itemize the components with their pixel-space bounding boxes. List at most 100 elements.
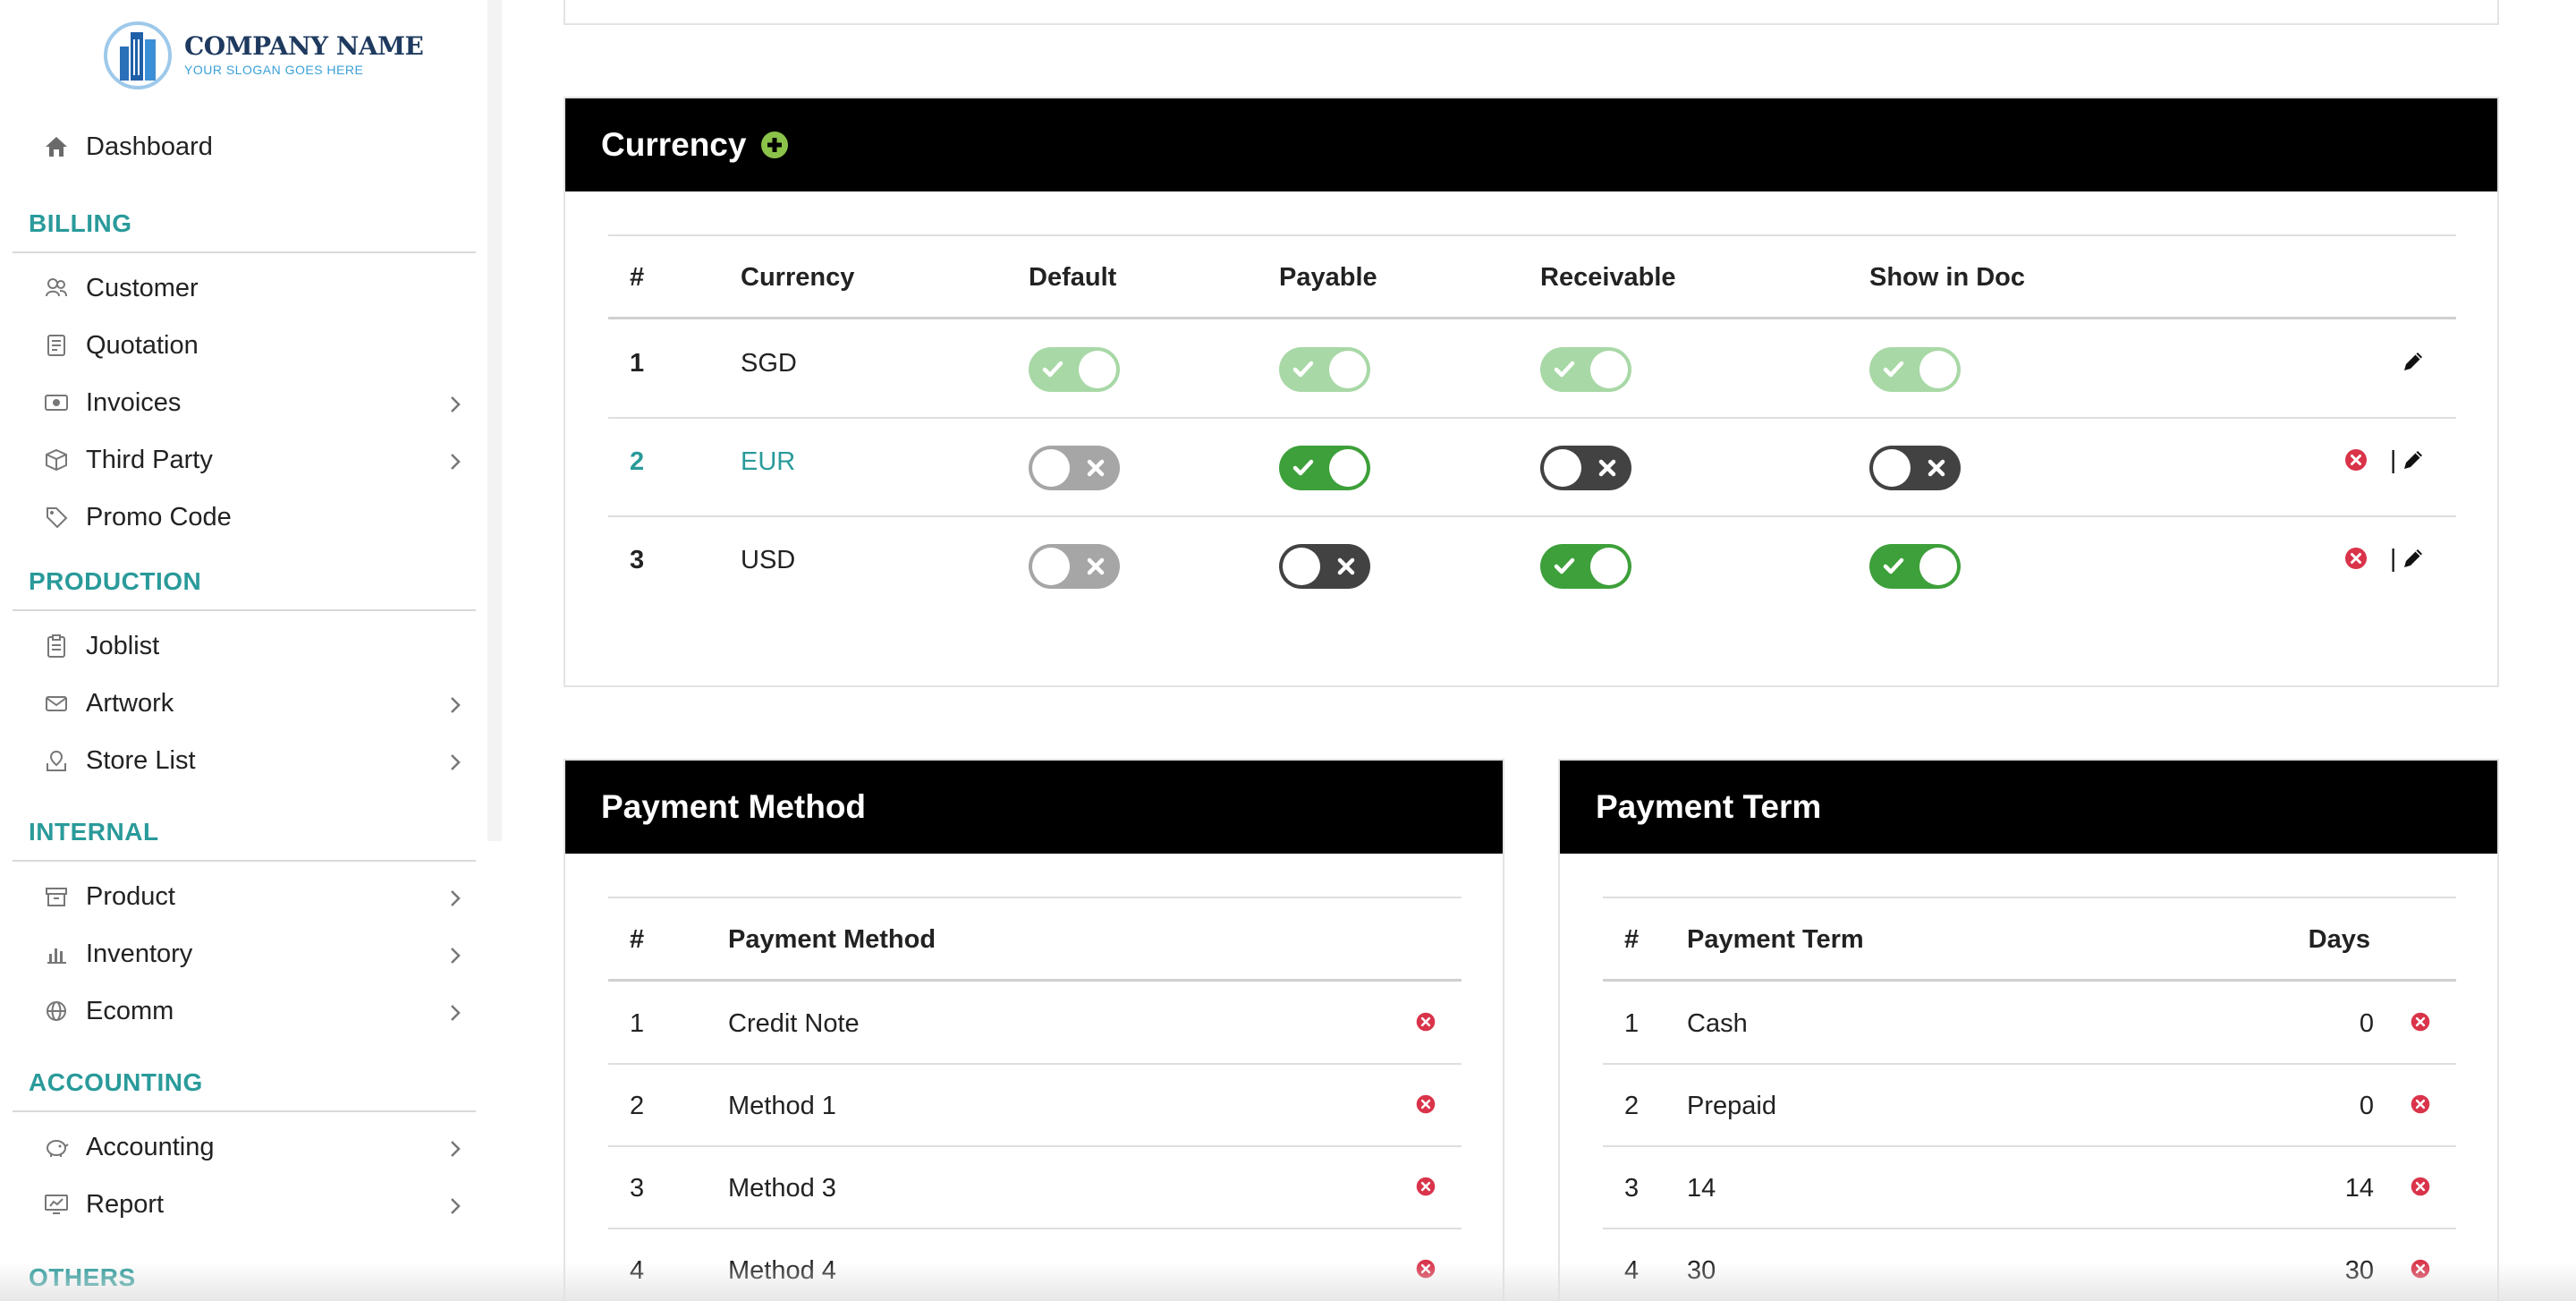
toggle-knob [1590,548,1628,585]
check-icon [1292,361,1314,378]
edit-pencil-icon[interactable] [2401,349,2426,374]
table-header-rule [608,979,1462,982]
receivable-toggle[interactable] [1540,446,1631,490]
sidebar-section-divider [13,1110,476,1112]
toggle-knob [1590,351,1628,388]
company-logo[interactable]: COMPANY NAME YOUR SLOGAN GOES HERE [100,16,424,91]
previous-panel [564,0,2499,25]
delete-icon[interactable] [2410,1176,2431,1197]
payment-term-name: Cash [1687,1009,1748,1038]
check-icon [1042,361,1063,378]
payment-term-name: 14 [1687,1174,1716,1203]
table-row: 1 Credit Note [565,982,1506,1065]
toggle-knob [1032,548,1070,585]
action-separator: | [2390,446,2397,473]
sidebar-item-third-party[interactable]: Third Party [41,437,462,483]
payment-term-days: 0 [2359,1009,2374,1038]
app-root: COMPANY NAME YOUR SLOGAN GOES HERE Dashb… [0,0,2576,1301]
company-slogan: YOUR SLOGAN GOES HERE [184,62,364,77]
row-divider [608,515,2456,517]
payable-toggle[interactable] [1279,544,1370,589]
toggle-knob [1919,548,1957,585]
toggle-knob [1873,449,1911,487]
chevron-right-icon [449,693,462,722]
clipboard-icon [41,631,72,661]
delete-icon[interactable] [2410,1011,2431,1033]
sidebar-item-invoices[interactable]: Invoices [41,379,462,426]
row-number: 4 [1624,1256,1640,1285]
delete-icon[interactable] [1415,1176,1436,1197]
check-icon [1292,459,1314,476]
sidebar-item-report[interactable]: Report [41,1181,462,1228]
add-currency-icon[interactable] [760,131,789,159]
sidebar-item-inventory[interactable]: Inventory [41,931,462,977]
delete-icon[interactable] [2410,1258,2431,1280]
table-row: 2 Method 1 [565,1065,1506,1147]
delete-icon[interactable] [1415,1258,1436,1280]
sidebar-item-artwork[interactable]: Artwork [41,680,462,727]
payment-term-panel-header: Payment Term [1560,761,2497,854]
sidebar-item-label: Joblist [86,631,160,660]
delete-icon[interactable] [1415,1011,1436,1033]
toggle-knob [1079,351,1116,388]
payment-term-days: 30 [2344,1256,2374,1285]
piggy-bank-icon [41,1132,72,1162]
table-row: 2 Prepaid 0 [1560,1065,2501,1147]
edit-pencil-icon[interactable] [2401,546,2426,571]
payment-term-days: 0 [2359,1092,2374,1120]
row-number: 3 [630,1174,645,1203]
delete-icon[interactable] [2343,546,2368,571]
sidebar-item-promo-code[interactable]: Promo Code [41,494,462,540]
payment-method-title: Payment Method [601,788,867,825]
logo-building-icon [100,16,175,91]
col-header-payment-method: Payment Method [728,925,936,954]
payable-toggle[interactable] [1279,446,1370,490]
sidebar-section-title: PRODUCTION [29,567,202,595]
sidebar-item-store-list[interactable]: Store List [41,737,462,784]
check-icon [1554,361,1575,378]
table-top-rule [608,234,2456,236]
sidebar-item-dashboard[interactable]: Dashboard [41,123,462,170]
sidebar-scroll-track [487,0,502,841]
currency-code: EUR [741,447,796,476]
toggle-knob [1329,449,1367,487]
sidebar-section-title: OTHERS [29,1263,136,1291]
sidebar-item-ecomm[interactable]: Ecomm [41,988,462,1034]
archive-icon [41,881,72,912]
payment-term-panel: Payment Term # Payment Term Days 1 Cash 0 2 Pre… [1558,759,2499,1301]
sidebar-item-customer[interactable]: Customer [41,265,462,311]
currency-panel-header: Currency [565,98,2497,191]
sidebar-item-product[interactable]: Product [41,873,462,920]
table-header-rule [608,317,2456,319]
row-number: 2 [1624,1092,1640,1120]
show-in-doc-toggle[interactable] [1869,446,1961,490]
chevron-right-icon [449,1000,462,1030]
sidebar-item-quotation[interactable]: Quotation [41,322,462,369]
x-icon [1087,557,1105,575]
sidebar-section-divider [13,609,476,611]
delete-icon[interactable] [2410,1093,2431,1115]
sidebar-item-label: Product [86,881,175,911]
sidebar-item-label: Quotation [86,330,199,360]
edit-pencil-icon[interactable] [2401,447,2426,472]
default-toggle [1029,347,1120,392]
delete-icon[interactable] [2343,447,2368,472]
table-row: 4 Method 4 [565,1229,1506,1301]
x-icon [1337,557,1355,575]
sidebar-item-joblist[interactable]: Joblist [41,623,462,669]
show-in-doc-toggle [1869,347,1961,392]
delete-icon[interactable] [1415,1093,1436,1115]
receivable-toggle [1540,347,1631,392]
sidebar-item-label: Invoices [86,387,182,417]
chevron-right-icon [449,943,462,973]
table-header-rule [1603,979,2456,982]
currency-title: Currency [601,126,747,163]
x-icon [1598,459,1616,477]
sidebar-item-label: Report [86,1189,165,1219]
receivable-toggle[interactable] [1540,544,1631,589]
currency-code: USD [741,546,796,574]
sidebar-item-label: Ecomm [86,996,174,1025]
show-in-doc-toggle[interactable] [1869,544,1961,589]
sidebar-item-accounting[interactable]: Accounting [41,1124,462,1170]
table-top-rule [1603,897,2456,898]
